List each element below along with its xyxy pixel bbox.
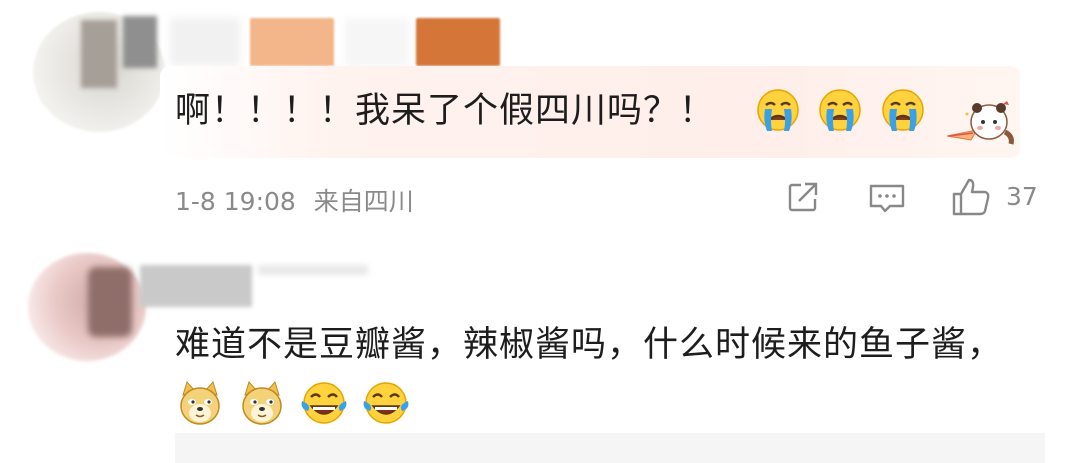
comment-text: 啊！！！！我呆了个假四川吗？！ xyxy=(175,82,928,137)
share-icon[interactable] xyxy=(787,181,819,213)
username-blurred[interactable] xyxy=(258,265,368,275)
comment-time: 1-8 19:08 xyxy=(175,187,296,216)
crying-emoji-icon xyxy=(757,89,800,131)
comment-location: 来自四川 xyxy=(313,187,414,216)
username-blurred[interactable] xyxy=(345,18,409,66)
comment-body: 啊！！！！我呆了个假四川吗？！ xyxy=(175,91,716,131)
username-blurred[interactable] xyxy=(140,265,252,307)
commenter-avatar[interactable] xyxy=(28,253,146,361)
username-blurred[interactable] xyxy=(170,18,240,66)
username-blurred[interactable] xyxy=(416,18,500,66)
crying-emoji-icon xyxy=(819,89,862,131)
comment-meta: 1-8 19:08 来自四川 xyxy=(175,182,414,218)
comment-body: 难道不是豆瓣酱，辣椒酱吗，什么时候来的鱼子酱， xyxy=(175,325,1004,365)
comment-text: 难道不是豆瓣酱，辣椒酱吗，什么时候来的鱼子酱， xyxy=(175,316,1015,432)
like-count: 37 xyxy=(1006,182,1038,211)
laugh-cry-emoji-icon xyxy=(364,382,409,424)
panda-sticker-icon xyxy=(946,101,1014,145)
doge-emoji-icon xyxy=(242,381,282,425)
laugh-cry-emoji-icon xyxy=(301,382,347,424)
username-blurred[interactable] xyxy=(250,18,334,66)
like-icon[interactable] xyxy=(950,176,992,218)
commenter-avatar[interactable] xyxy=(33,12,165,132)
crying-emoji-icon xyxy=(881,89,924,131)
comment-icon[interactable] xyxy=(868,183,906,213)
doge-emoji-icon xyxy=(180,381,220,425)
